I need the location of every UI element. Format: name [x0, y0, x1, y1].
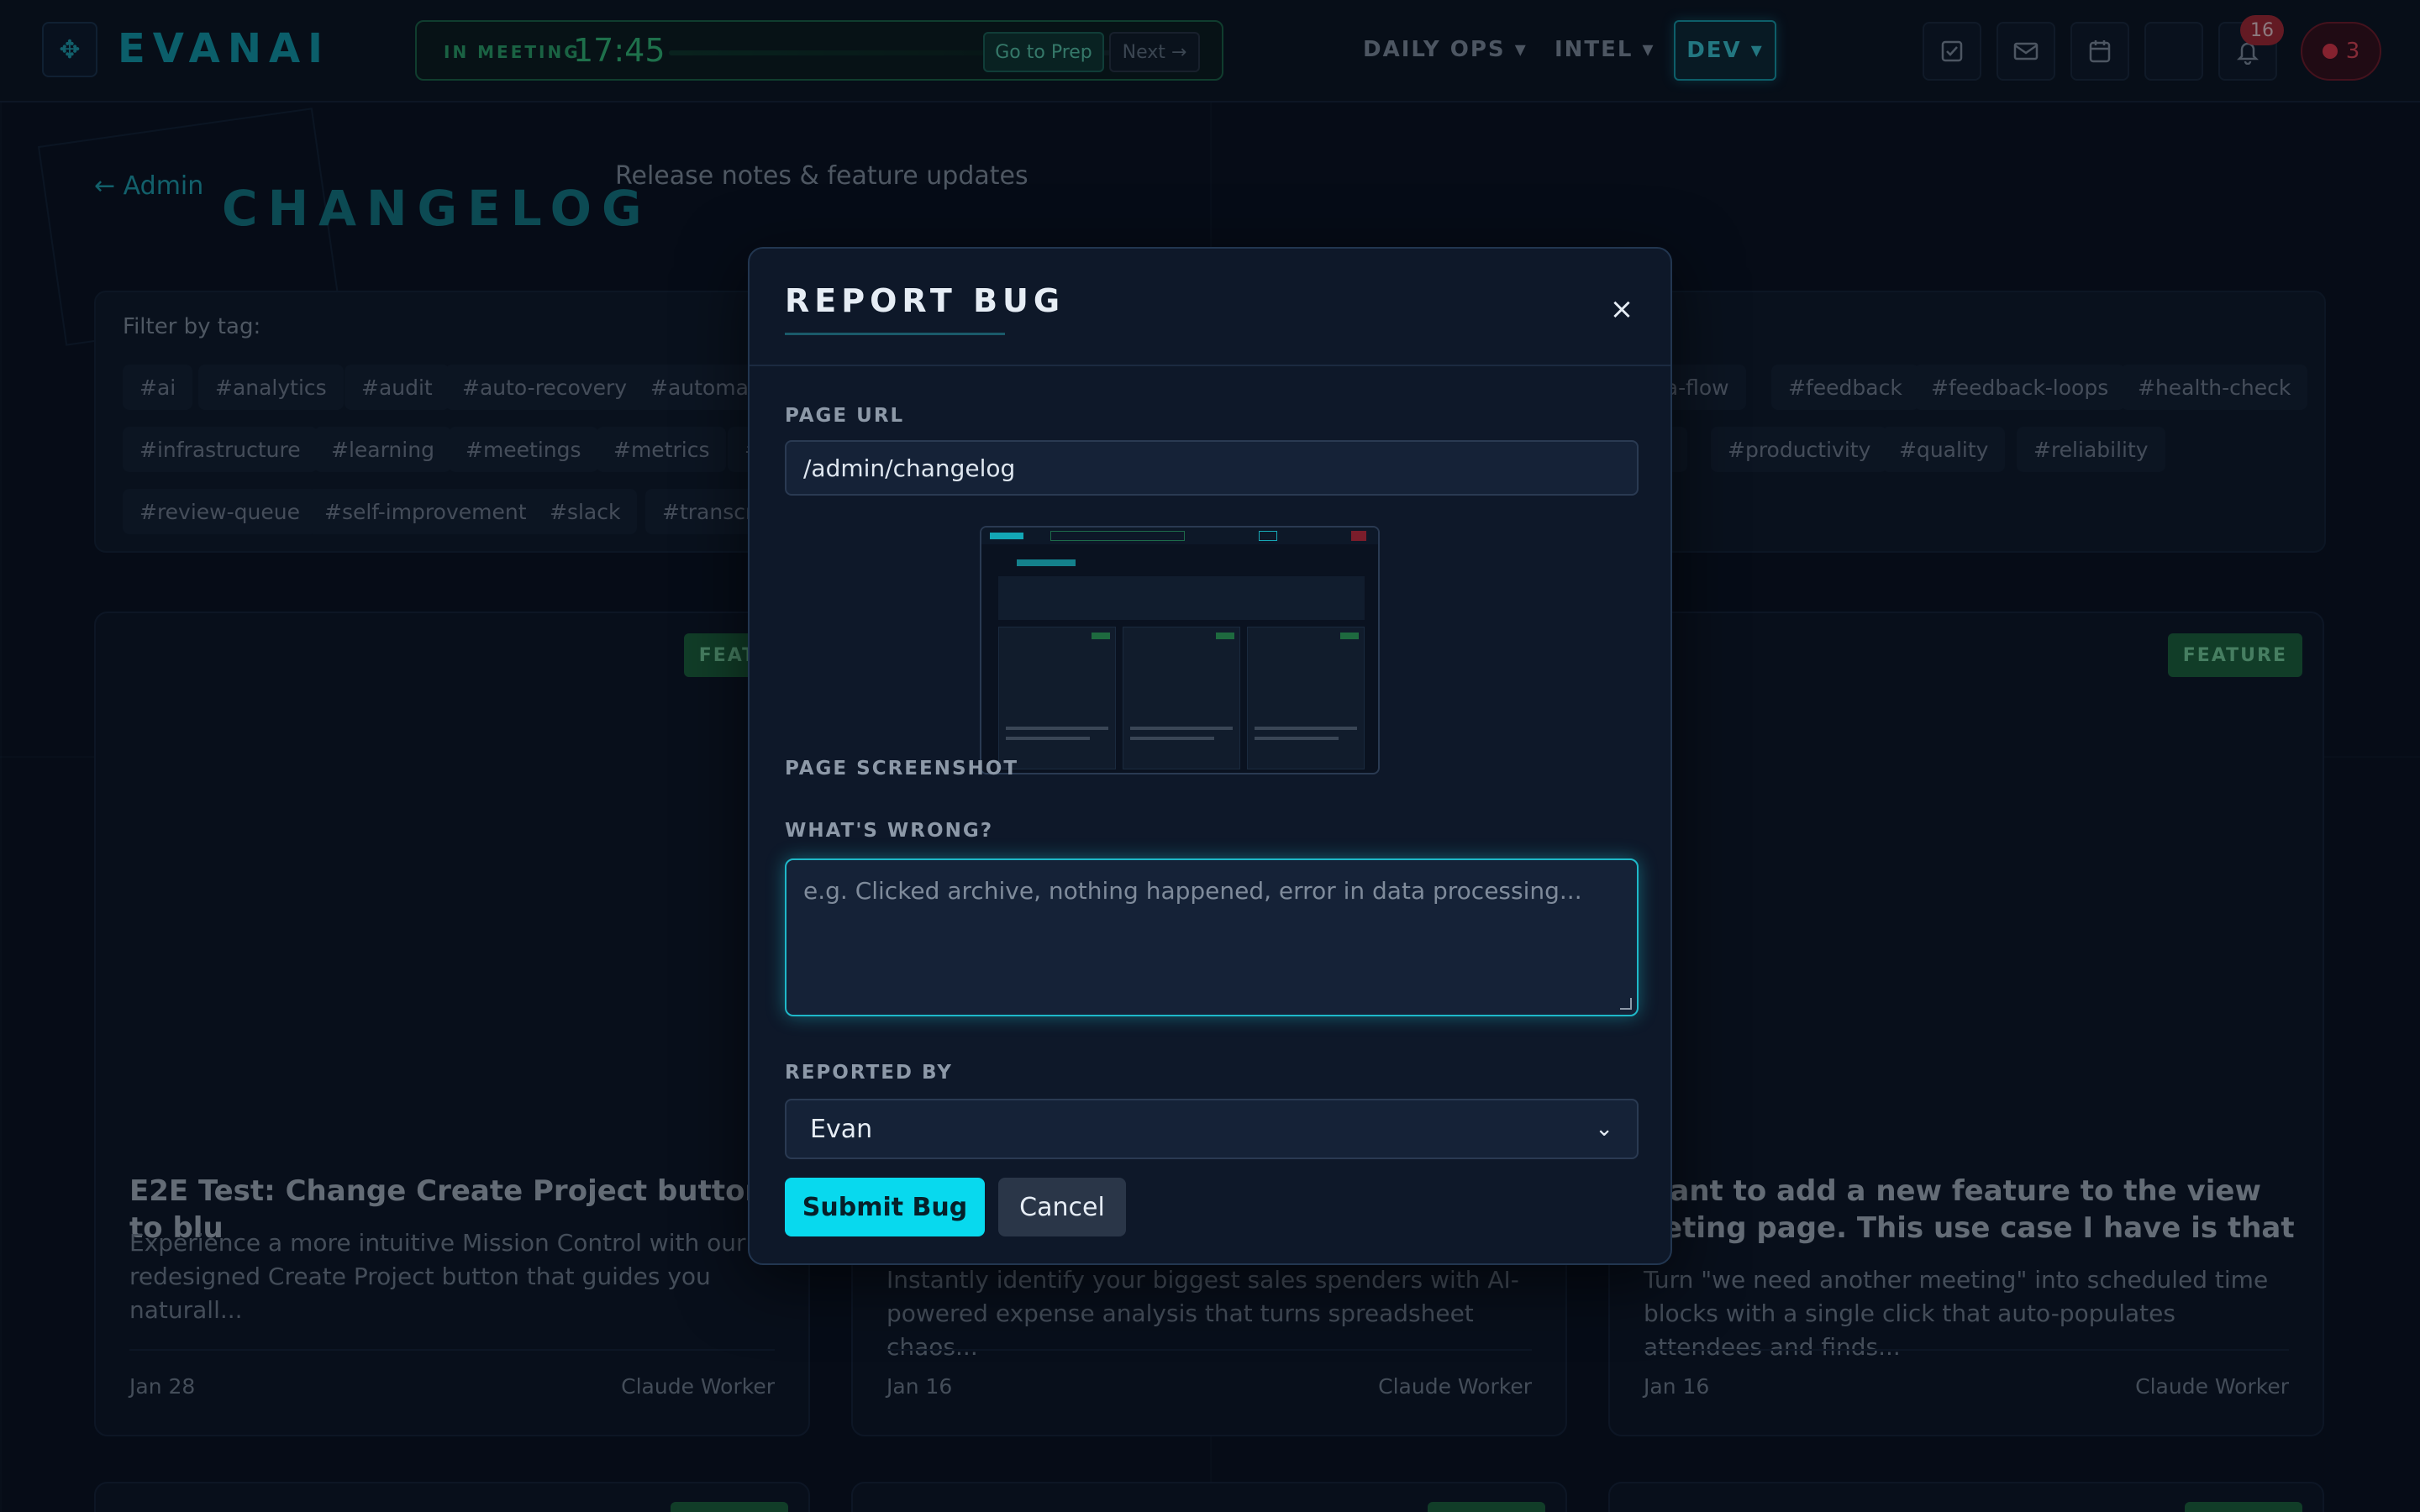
report-bug-modal: REPORT BUG × PAGE URL /admin/changelog P… [748, 247, 1672, 1265]
whats-wrong-label: WHAT'S WRONG? [785, 820, 994, 842]
thumbnail-badge [1092, 633, 1110, 639]
modal-divider [750, 365, 1670, 366]
reported-by-value: Evan [810, 1114, 873, 1144]
cancel-button[interactable]: Cancel [998, 1178, 1126, 1236]
thumbnail-text-line [1006, 737, 1090, 740]
whats-wrong-textarea[interactable]: e.g. Clicked archive, nothing happened, … [785, 858, 1639, 1016]
chevron-down-icon: ⌄ [1595, 1116, 1613, 1142]
thumbnail-card [998, 627, 1116, 769]
page-url-field[interactable]: /admin/changelog [785, 440, 1639, 496]
reported-by-select[interactable]: Evan ⌄ [785, 1099, 1639, 1159]
thumbnail-text-line [1130, 737, 1214, 740]
page-screenshot-thumbnail[interactable] [980, 526, 1380, 774]
thumbnail-card [1247, 627, 1365, 769]
thumbnail-title [1017, 559, 1076, 566]
thumbnail-logo [990, 533, 1023, 539]
thumbnail-text-line [1255, 737, 1339, 740]
close-icon[interactable]: × [1605, 292, 1639, 326]
whats-wrong-placeholder: e.g. Clicked archive, nothing happened, … [803, 877, 1582, 905]
thumbnail-badge [1340, 633, 1359, 639]
thumbnail-meeting-bar [1050, 531, 1185, 541]
modal-title: REPORT BUG [785, 282, 1065, 319]
thumbnail-text-line [1255, 727, 1357, 730]
thumbnail-dev-tab [1259, 531, 1277, 541]
submit-bug-button[interactable]: Submit Bug [785, 1178, 985, 1236]
thumbnail-badge [1216, 633, 1234, 639]
thumbnail-filter-panel [998, 576, 1365, 620]
page-url-label: PAGE URL [785, 405, 905, 427]
thumbnail-text-line [1130, 727, 1233, 730]
title-underline [785, 333, 1005, 335]
thumbnail-card [1123, 627, 1240, 769]
thumbnail-text-line [1006, 727, 1108, 730]
page-screenshot-label: PAGE SCREENSHOT [785, 758, 1019, 780]
reported-by-label: REPORTED BY [785, 1062, 953, 1084]
thumbnail-alert [1351, 531, 1366, 541]
resize-handle-icon[interactable] [1620, 998, 1632, 1010]
